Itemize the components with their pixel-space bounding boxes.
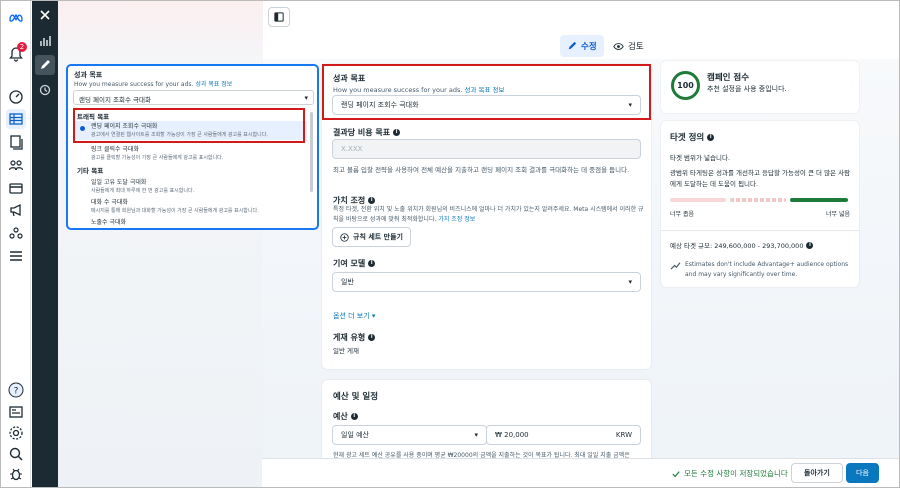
- history-clock-icon[interactable]: [35, 80, 55, 100]
- option-link-clicks[interactable]: 링크 클릭수 극대화 광고를 클릭할 가능성이 가장 큰 사람들에게 광고를 표…: [73, 144, 307, 161]
- cost-goal-label: 결과당 비용 목표 i: [333, 127, 401, 138]
- menu-icon[interactable]: [6, 246, 26, 266]
- edit-pencil-icon[interactable]: [35, 55, 55, 75]
- cost-goal-help: 최고 볼륨 입찰 전략을 사용하여 전체 예산을 지출하고 랜딩 페이지 조회 …: [333, 166, 630, 174]
- audience-meter-mid: [730, 198, 786, 202]
- audience-note: Estimates don't include Advantage+ audie…: [685, 261, 849, 278]
- attribution-label: 기여 모델 i: [333, 258, 376, 269]
- news-icon[interactable]: [6, 402, 26, 422]
- bug-report-icon[interactable]: [6, 464, 26, 484]
- tab-review-label: 검토: [628, 42, 644, 52]
- score-subtitle: 추천 설정을 사용 중입니다.: [707, 85, 787, 93]
- budget-label: 예산 i: [333, 411, 358, 422]
- dashboard-icon[interactable]: [6, 87, 26, 107]
- option-daily-unique-reach[interactable]: 일일 고유 도달 극대화 사람들에게 최대 하루에 한 번 광고를 표시합니다.: [73, 177, 307, 194]
- save-status: 모든 수정 사항이 저장되었습니다: [672, 468, 788, 479]
- tab-edit[interactable]: 수정: [560, 35, 604, 57]
- eye-icon: [613, 42, 624, 50]
- popover-subtitle: How you measure success for your ads. 성과…: [74, 81, 233, 88]
- info-icon: i: [707, 133, 715, 141]
- popover-subtitle-link[interactable]: 성과 목표 정보: [195, 81, 232, 88]
- sidebar-toggle-icon: [274, 12, 284, 22]
- close-icon[interactable]: [35, 5, 55, 25]
- audience-status: 타겟 범위가 넓습니다.: [670, 154, 731, 162]
- highlight-box-option: [73, 108, 305, 143]
- billing-card-icon[interactable]: [6, 178, 26, 198]
- info-icon: i: [368, 334, 376, 341]
- info-icon: i: [368, 197, 376, 204]
- next-button[interactable]: 다음: [846, 463, 879, 483]
- create-rule-set-button[interactable]: 규칙 세트 만들기: [332, 227, 411, 247]
- business-tools-icon[interactable]: [6, 223, 26, 243]
- pencil-icon: [568, 41, 577, 50]
- caret-down-icon: ▾: [304, 94, 308, 102]
- audience-definition-card: 타겟 정의 i 타겟 범위가 넓습니다. 광범위 타게팅은 성과를 개선하고 응답…: [661, 121, 859, 287]
- audience-meter-broad: [790, 198, 848, 202]
- audiences-icon[interactable]: [6, 155, 26, 175]
- placement-type-value: 일반 게재: [333, 347, 359, 355]
- audience-title: 타겟 정의 i: [670, 131, 715, 143]
- highlight-box-goal: [322, 64, 651, 120]
- info-icon: i: [806, 241, 814, 249]
- meta-logo-icon[interactable]: [6, 7, 26, 27]
- score-gauge: 100: [671, 71, 700, 100]
- back-button[interactable]: 돌아가기: [791, 463, 843, 483]
- tab-review[interactable]: 검토: [606, 35, 651, 57]
- info-icon: i: [368, 260, 376, 267]
- performance-goal-popover: 성과 목표 How you measure success for your a…: [66, 64, 319, 230]
- caret-down-icon: ▾: [628, 278, 632, 286]
- notification-badge: 2: [17, 42, 27, 52]
- popover-goal-select[interactable]: 랜딩 페이지 조회수 극대화 ▾: [73, 90, 314, 105]
- megaphone-icon[interactable]: [6, 200, 26, 220]
- score-title: 캠페인 점수: [707, 73, 750, 83]
- more-options-link[interactable]: 옵션 더 보기 ▾: [333, 311, 375, 321]
- value-rules-info-link[interactable]: 가치 조정 정보: [438, 216, 475, 223]
- info-icon: i: [393, 129, 401, 136]
- footer-bar: 모든 수정 사항이 저장되었습니다 돌아가기 다음: [262, 458, 899, 487]
- app-rail: 2 ?: [1, 1, 31, 487]
- audience-estimate: 예상 타겟 규모: 249,600,000 - 293,700,000 i: [670, 240, 814, 250]
- search-icon[interactable]: [6, 444, 26, 464]
- placement-type-label: 게재 유형 i: [333, 332, 376, 343]
- meter-label-narrow: 너무 좁음: [670, 211, 694, 218]
- option-impressions[interactable]: 노출수 극대화: [73, 217, 307, 226]
- add-circle-icon: [340, 232, 349, 242]
- trend-icon: [670, 261, 681, 272]
- toggle-sidebar-button[interactable]: [268, 7, 290, 27]
- popover-scrollbar[interactable]: [310, 112, 313, 192]
- settings-icon[interactable]: [6, 423, 26, 443]
- cost-goal-input[interactable]: X.XXX: [332, 139, 641, 159]
- divider: [661, 230, 859, 231]
- svg-text:?: ?: [14, 387, 19, 397]
- chevron-down-icon: ▾: [371, 312, 376, 320]
- budget-card: 예산 및 일정 예산 i 일일 예산 ▾ ₩ 20,000 KRW 현재 광고 세…: [322, 380, 651, 470]
- notifications-icon[interactable]: 2: [6, 42, 27, 64]
- pages-icon[interactable]: [6, 132, 26, 152]
- audience-meter-narrow: [670, 198, 726, 202]
- meter-label-broad: 너무 넓음: [826, 211, 850, 218]
- option-conversations[interactable]: 대화 수 극대화 메시지를 통해 회원님과 대화할 가능성이 가장 큰 사람들에…: [73, 197, 307, 214]
- bar-chart-icon[interactable]: [35, 31, 55, 51]
- budget-section-title: 예산 및 일정: [333, 392, 379, 402]
- editor-rail: [32, 1, 58, 487]
- tab-edit-label: 수정: [581, 42, 597, 52]
- ads-manager-table-icon[interactable]: [6, 109, 26, 129]
- info-icon: i: [350, 413, 358, 420]
- caret-down-icon: ▾: [474, 431, 478, 439]
- attribution-select[interactable]: 일반 ▾: [332, 272, 641, 292]
- value-rules-help: 특정 타겟, 전환 위치 및 노출 위치가 회원님의 비즈니스에 얼마나 더 가…: [333, 206, 644, 223]
- group-other-label: 기타 목표: [77, 167, 104, 175]
- checkmark-icon: [672, 470, 680, 477]
- help-icon[interactable]: ?: [6, 380, 26, 400]
- budget-amount-input[interactable]: ₩ 20,000 KRW: [486, 425, 641, 445]
- audience-description: 광범위 타게팅은 성과를 개선하고 응답할 가능성이 큰 더 많은 사람에게 도…: [670, 169, 851, 188]
- budget-type-select[interactable]: 일일 예산 ▾: [332, 425, 487, 445]
